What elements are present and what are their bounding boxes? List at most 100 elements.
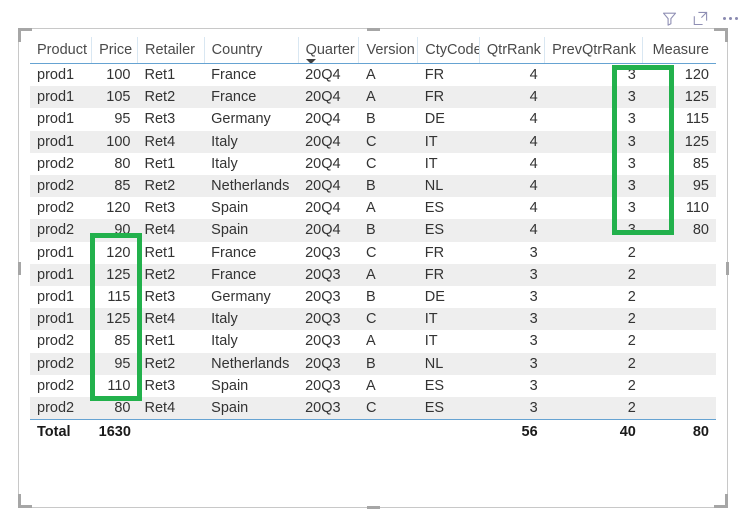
cell-price[interactable]: 125	[91, 308, 138, 331]
resize-handle-top-right[interactable]	[714, 28, 728, 42]
cell-version[interactable]: B	[359, 108, 418, 130]
cell-quarter[interactable]: 20Q4	[298, 219, 359, 242]
cell-version[interactable]: C	[358, 308, 418, 331]
column-header-ctycode[interactable]: CtyCode	[417, 37, 480, 64]
cell-product[interactable]: prod1	[30, 286, 92, 308]
cell-retailer[interactable]: Ret4	[137, 397, 205, 420]
cell-measure[interactable]: 115	[643, 108, 716, 130]
cell-retailer[interactable]: Ret2	[137, 352, 205, 375]
resize-handle-bottom-left[interactable]	[18, 494, 32, 508]
cell-version[interactable]: A	[359, 330, 418, 352]
cell-prevqtrrank[interactable]: 2	[545, 286, 643, 308]
cell-country[interactable]: Spain	[204, 375, 298, 397]
cell-country[interactable]: France	[204, 263, 299, 287]
cell-country[interactable]: France	[204, 242, 298, 264]
table-row[interactable]: prod2 110 Ret3 Spain 20Q3 A ES 3 2	[30, 375, 716, 397]
cell-country[interactable]: France	[204, 86, 299, 109]
table-row[interactable]: prod2 120 Ret3 Spain 20Q4 A ES 4 3 110	[30, 197, 716, 219]
cell-prevqtrrank[interactable]: 2	[545, 330, 643, 352]
cell-country[interactable]: Netherlands	[204, 175, 299, 198]
column-header-measure[interactable]: Measure	[642, 37, 716, 64]
cell-prevqtrrank[interactable]: 3	[544, 86, 643, 109]
column-header-quarter[interactable]: Quarter	[298, 37, 360, 64]
resize-handle-top[interactable]	[367, 27, 380, 31]
cell-quarter[interactable]: 20Q3	[298, 352, 359, 375]
cell-qtrrank[interactable]: 3	[479, 352, 545, 375]
cell-prevqtrrank[interactable]: 3	[545, 197, 643, 219]
table-row[interactable]: prod1 95 Ret3 Germany 20Q4 B DE 4 3 115	[30, 108, 716, 130]
table-row[interactable]: prod1 100 Ret4 Italy 20Q4 C IT 4 3 125	[30, 130, 716, 153]
cell-measure[interactable]	[643, 242, 716, 264]
cell-ctycode[interactable]: NL	[417, 175, 480, 198]
resize-handle-bottom-right[interactable]	[714, 494, 728, 508]
table-row[interactable]: prod1 115 Ret3 Germany 20Q3 B DE 3 2	[30, 286, 716, 308]
cell-product[interactable]: prod1	[30, 130, 92, 153]
cell-qtrrank[interactable]: 4	[479, 153, 544, 175]
cell-product[interactable]: prod2	[30, 375, 92, 397]
cell-product[interactable]: prod2	[30, 352, 92, 375]
cell-qtrrank[interactable]: 4	[479, 197, 544, 219]
cell-qtrrank[interactable]: 3	[479, 330, 544, 352]
cell-country[interactable]: Italy	[204, 153, 298, 175]
table-row[interactable]: prod1 120 Ret1 France 20Q3 C FR 3 2	[30, 242, 716, 264]
cell-quarter[interactable]: 20Q3	[298, 263, 359, 287]
cell-ctycode[interactable]: IT	[417, 130, 480, 153]
cell-measure[interactable]	[642, 263, 716, 287]
filter-icon[interactable]	[661, 10, 678, 27]
cell-retailer[interactable]: Ret3	[138, 375, 205, 397]
cell-ctycode[interactable]: IT	[418, 153, 480, 175]
cell-price[interactable]: 110	[92, 375, 138, 397]
cell-price[interactable]: 80	[91, 397, 138, 420]
column-header-version[interactable]: Version	[358, 37, 419, 64]
cell-product[interactable]: prod2	[30, 330, 92, 352]
cell-ctycode[interactable]: DE	[418, 286, 480, 308]
cell-prevqtrrank[interactable]: 2	[545, 242, 643, 264]
cell-version[interactable]: B	[358, 175, 418, 198]
cell-prevqtrrank[interactable]: 2	[545, 375, 643, 397]
cell-measure[interactable]	[643, 286, 716, 308]
cell-retailer[interactable]: Ret3	[138, 286, 205, 308]
cell-price[interactable]: 85	[92, 330, 138, 352]
cell-measure[interactable]: 110	[643, 197, 716, 219]
cell-quarter[interactable]: 20Q4	[298, 197, 359, 219]
cell-price[interactable]: 100	[91, 130, 138, 153]
cell-retailer[interactable]: Ret4	[137, 130, 205, 153]
table-row[interactable]: prod1 105 Ret2 France 20Q4 A FR 4 3 125	[30, 86, 716, 109]
column-header-retailer[interactable]: Retailer	[137, 37, 205, 64]
cell-measure[interactable]: 125	[642, 130, 716, 153]
cell-product[interactable]: prod2	[30, 197, 92, 219]
cell-retailer[interactable]: Ret4	[137, 308, 205, 331]
cell-product[interactable]: prod1	[30, 308, 92, 331]
table-visual[interactable]: Product Price Retailer Country Quarter Versio…	[17, 27, 729, 509]
cell-ctycode[interactable]: NL	[417, 352, 480, 375]
cell-version[interactable]: A	[359, 375, 418, 397]
cell-quarter[interactable]: 20Q3	[298, 242, 359, 264]
cell-quarter[interactable]: 20Q3	[298, 375, 359, 397]
table-row[interactable]: prod1 125 Ret2 France 20Q3 A FR 3 2	[30, 263, 716, 287]
cell-qtrrank[interactable]: 4	[479, 130, 545, 153]
table-row[interactable]: prod1 125 Ret4 Italy 20Q3 C IT 3 2	[30, 308, 716, 331]
cell-quarter[interactable]: 20Q4	[298, 175, 359, 198]
cell-qtrrank[interactable]: 4	[479, 64, 544, 87]
cell-qtrrank[interactable]: 4	[479, 175, 545, 198]
cell-qtrrank[interactable]: 3	[479, 263, 545, 287]
cell-country[interactable]: Italy	[204, 308, 299, 331]
table-row[interactable]: prod2 90 Ret4 Spain 20Q4 B ES 4 3 80	[30, 219, 716, 242]
cell-version[interactable]: A	[359, 197, 418, 219]
cell-country[interactable]: France	[204, 64, 298, 87]
cell-prevqtrrank[interactable]: 3	[544, 130, 643, 153]
cell-measure[interactable]	[642, 308, 716, 331]
cell-qtrrank[interactable]: 3	[479, 375, 544, 397]
cell-retailer[interactable]: Ret3	[138, 108, 205, 130]
cell-retailer[interactable]: Ret2	[137, 86, 205, 109]
cell-version[interactable]: B	[358, 219, 418, 242]
cell-quarter[interactable]: 20Q3	[298, 286, 359, 308]
cell-ctycode[interactable]: FR	[417, 86, 480, 109]
cell-price[interactable]: 90	[91, 219, 138, 242]
cell-ctycode[interactable]: ES	[417, 397, 480, 420]
cell-measure[interactable]	[643, 375, 716, 397]
cell-retailer[interactable]: Ret1	[138, 242, 205, 264]
cell-quarter[interactable]: 20Q4	[298, 64, 359, 87]
cell-ctycode[interactable]: FR	[418, 242, 480, 264]
column-header-qtrrank[interactable]: QtrRank	[479, 37, 546, 64]
